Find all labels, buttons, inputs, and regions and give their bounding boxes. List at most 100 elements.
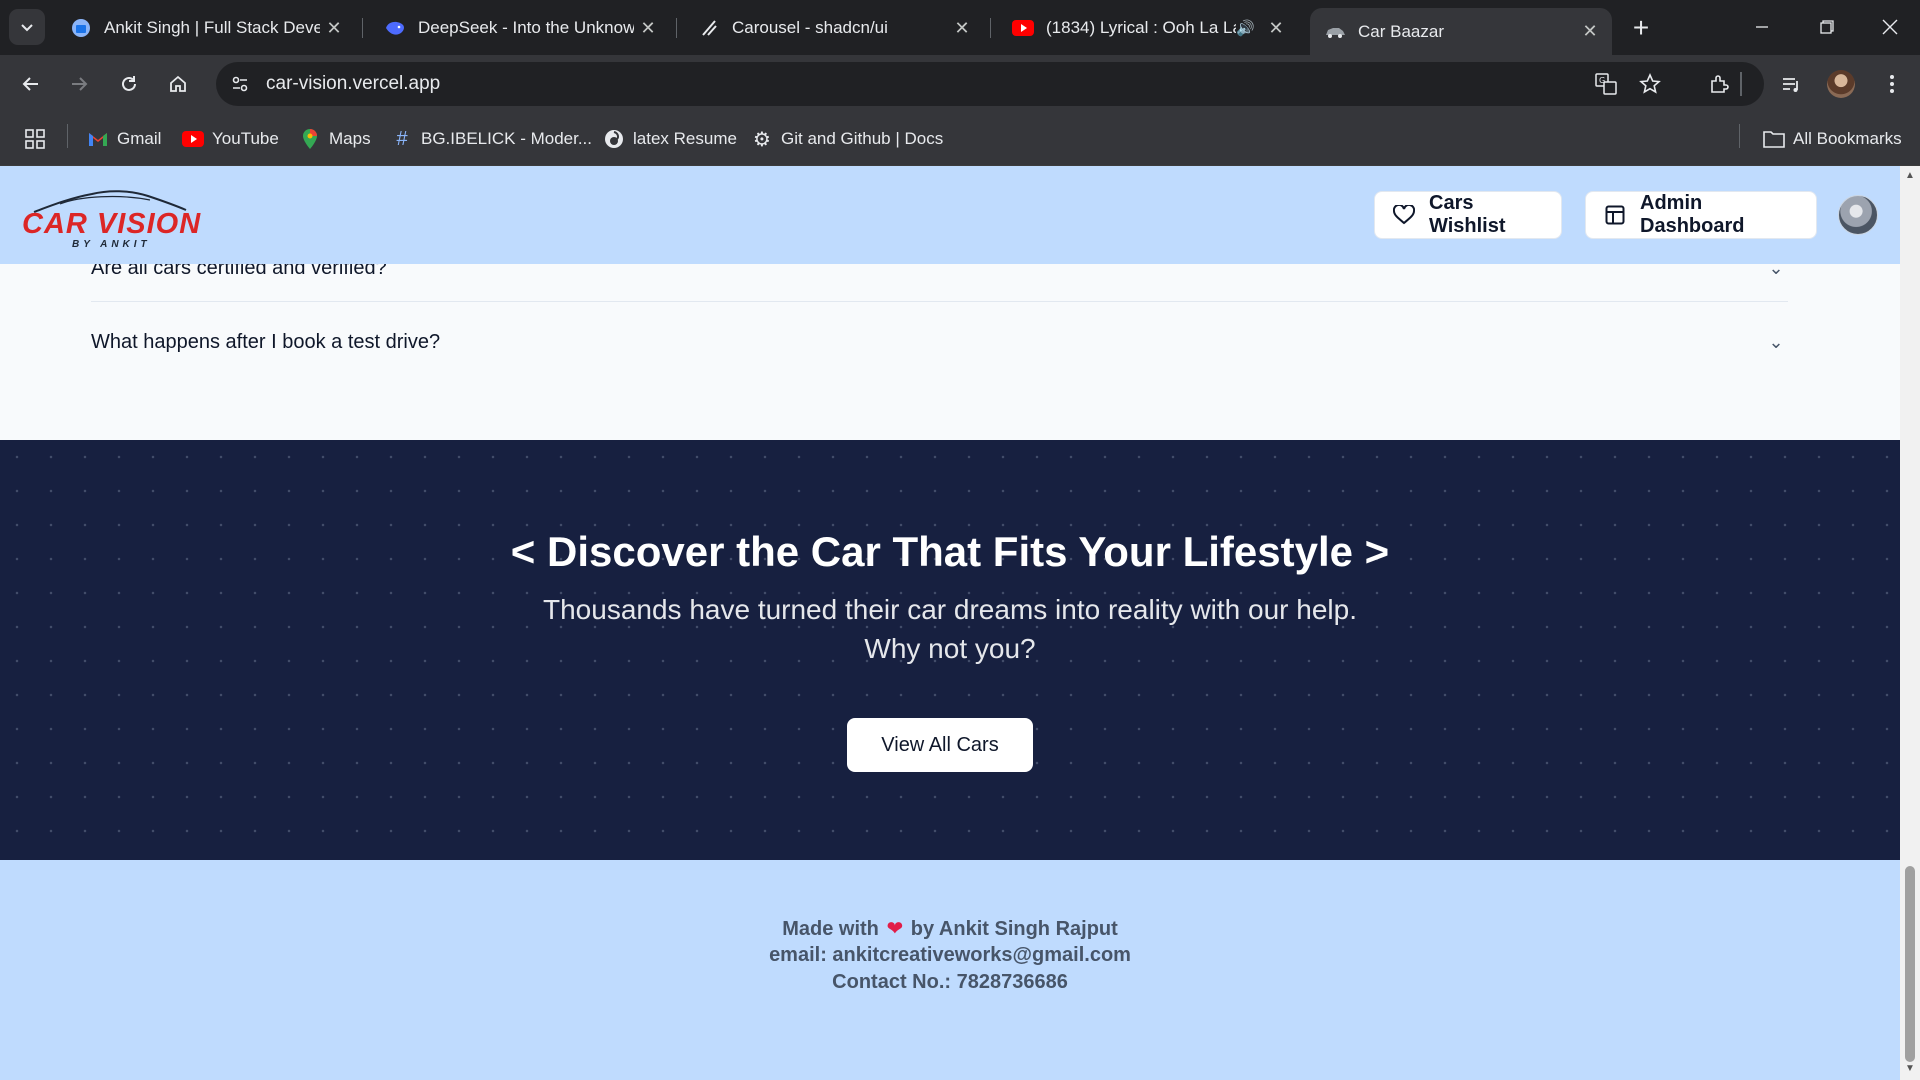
tab-title: Ankit Singh | Full Stack Develo: [104, 18, 320, 37]
site-info-icon[interactable]: [226, 70, 254, 98]
apps-button[interactable]: [24, 125, 54, 153]
scrollbar-thumb[interactable]: [1905, 866, 1915, 1062]
admin-dashboard-button[interactable]: Admin Dashboard: [1585, 191, 1817, 239]
bookmark-git-docs[interactable]: ⚙ Git and Github | Docs: [751, 125, 943, 153]
close-icon[interactable]: ✕: [1576, 18, 1604, 46]
site-logo[interactable]: CAR VISION BY ANKIT: [20, 186, 205, 250]
bookmark-label: latex Resume: [633, 129, 737, 148]
bookmark-label: BG.IBELICK - Moder...: [421, 129, 593, 148]
briefcase-icon: [70, 17, 92, 39]
address-bar[interactable]: car-vision.vercel.app G: [216, 62, 1764, 106]
profile-avatar[interactable]: [1827, 70, 1855, 98]
heart-icon: ❤: [886, 918, 904, 940]
apps-grid-icon: [24, 128, 46, 150]
restore-icon: [1820, 20, 1834, 34]
car-icon: [1324, 21, 1346, 43]
wishlist-label: Cars Wishlist: [1429, 192, 1506, 237]
close-icon: [1882, 19, 1898, 35]
tab-title: DeepSeek - Into the Unknown: [418, 18, 634, 37]
bookmark-label: YouTube: [212, 129, 279, 148]
tab-title: Carousel - shadcn/ui: [732, 18, 888, 37]
bookmark-gmail[interactable]: Gmail: [87, 125, 161, 153]
bookmark-label: Maps: [329, 129, 371, 148]
close-icon[interactable]: ✕: [634, 14, 662, 42]
browser-tab-bar: Ankit Singh | Full Stack Develo ✕ DeepSe…: [0, 0, 1920, 55]
heart-icon: [1393, 203, 1415, 227]
svg-text:G: G: [1599, 76, 1605, 85]
close-icon[interactable]: ✕: [948, 14, 976, 42]
tab-deepseek[interactable]: DeepSeek - Into the Unknown ✕: [370, 8, 670, 48]
scroll-down-icon[interactable]: ▼: [1905, 1064, 1915, 1074]
reload-icon: [122, 76, 136, 91]
all-bookmarks-button[interactable]: All Bookmarks: [1763, 125, 1902, 153]
home-button[interactable]: [160, 66, 196, 102]
logo-wordmark: CAR VISION: [22, 208, 202, 240]
page-scrollbar[interactable]: ▲ ▼: [1900, 166, 1920, 1080]
reload-button[interactable]: [111, 66, 147, 102]
new-tab-button[interactable]: +: [1625, 12, 1657, 44]
url-text[interactable]: car-vision.vercel.app: [266, 73, 440, 95]
site-footer: Made with ❤ by Ankit Singh Rajput email:…: [0, 860, 1900, 1080]
bookmark-ibelick[interactable]: # BG.IBELICK - Moder...: [391, 125, 592, 153]
close-icon[interactable]: ✕: [1262, 14, 1290, 42]
speaker-icon[interactable]: 🔊: [1236, 19, 1258, 37]
folder-icon: [1763, 128, 1785, 150]
toolbar-divider: [1740, 72, 1742, 96]
tab-divider: [990, 18, 991, 38]
close-window-button[interactable]: [1865, 8, 1915, 46]
forward-button[interactable]: [61, 66, 97, 102]
bookmark-label: Gmail: [117, 129, 162, 148]
footer-credit: Made with ❤ by Ankit Singh Rajput: [0, 916, 1900, 941]
tab-title: Car Baazar: [1358, 21, 1444, 41]
scroll-up-icon[interactable]: ▲: [1905, 171, 1915, 181]
cta-section: < Discover the Car That Fits Your Lifest…: [0, 440, 1900, 860]
page-viewport: Are all cars certified and verified? ⌄ W…: [0, 166, 1900, 1080]
faq-divider: [91, 301, 1788, 302]
minimize-icon: [1756, 26, 1768, 28]
tab-portfolio[interactable]: Ankit Singh | Full Stack Develo ✕: [56, 8, 356, 48]
faq-section: Are all cars certified and verified? ⌄ W…: [0, 257, 1900, 440]
arrow-right-icon: [72, 77, 88, 91]
tab-search-button[interactable]: [9, 9, 45, 45]
user-avatar[interactable]: [1838, 195, 1878, 235]
translate-icon[interactable]: G: [1592, 70, 1620, 98]
tab-shadcn[interactable]: Carousel - shadcn/ui ✕: [684, 8, 984, 48]
back-button[interactable]: [13, 66, 49, 102]
kebab-menu-icon[interactable]: [1877, 69, 1907, 99]
footer-credit-author: by Ankit Singh Rajput: [910, 918, 1118, 940]
close-icon[interactable]: ✕: [320, 14, 348, 42]
tab-divider: [676, 18, 677, 38]
star-icon[interactable]: [1636, 70, 1664, 98]
admin-label: Admin Dashboard: [1640, 192, 1745, 237]
dashboard-icon: [1604, 203, 1626, 227]
button-label: View All Cars: [881, 733, 999, 756]
site-header: CAR VISION BY ANKIT Cars Wishlist Admin …: [0, 166, 1900, 264]
chevron-down-icon: ⌄: [1768, 331, 1784, 352]
minimize-button[interactable]: [1737, 8, 1787, 46]
extensions-icon[interactable]: [1704, 69, 1734, 99]
bookmark-label: All Bookmarks: [1793, 129, 1902, 148]
tab-youtube[interactable]: (1834) Lyrical : Ooh La La 🔊 ✕: [998, 8, 1298, 48]
arrow-left-icon: [22, 77, 38, 91]
bookmarks-bar: Gmail YouTube Maps # BG.IBELICK - Moder.…: [0, 113, 1920, 166]
faq-item[interactable]: What happens after I book a test drive? …: [91, 324, 1788, 360]
restore-button[interactable]: [1802, 8, 1852, 46]
cta-subtitle: Why not you?: [864, 633, 1036, 664]
bookmark-maps[interactable]: Maps: [299, 125, 371, 153]
hash-icon: #: [396, 127, 408, 150]
bookmark-latex[interactable]: latex Resume: [603, 125, 737, 153]
chevron-down-icon: [21, 24, 33, 32]
bookmark-label: Git and Github | Docs: [781, 129, 944, 148]
cta-title: < Discover the Car That Fits Your Lifest…: [510, 528, 1390, 575]
slash-icon: [698, 17, 720, 39]
tab-car-baazar[interactable]: Car Baazar ✕: [1310, 8, 1612, 55]
view-all-cars-button[interactable]: View All Cars: [847, 718, 1033, 772]
bookmark-divider: [1739, 124, 1740, 148]
media-control-icon[interactable]: [1776, 69, 1806, 99]
logo-tagline: BY ANKIT: [72, 239, 151, 250]
maps-icon: [299, 128, 321, 150]
bookmark-youtube[interactable]: YouTube: [182, 125, 279, 153]
wishlist-button[interactable]: Cars Wishlist: [1374, 191, 1562, 239]
whale-icon: [384, 17, 406, 39]
youtube-icon: [182, 128, 204, 150]
